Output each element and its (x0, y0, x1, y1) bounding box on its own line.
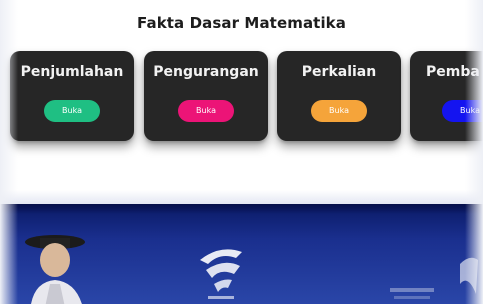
graduate-photo (25, 235, 85, 304)
card-title: Pengurangan (153, 64, 259, 80)
right-edge-fade (465, 0, 483, 304)
open-button-pengurangan[interactable]: Buka (178, 100, 234, 122)
card-title: Perkalian (301, 64, 377, 80)
page: Fakta Dasar Matematika Penjumlahan Buka … (0, 0, 483, 304)
left-edge-fade (0, 0, 18, 304)
card-penjumlahan[interactable]: Penjumlahan Buka (10, 51, 134, 141)
card-perkalian[interactable]: Perkalian Buka (277, 51, 401, 141)
banner-top-strip (0, 204, 483, 214)
hero-banner (0, 204, 483, 304)
section-divider (0, 190, 483, 204)
open-button-perkalian[interactable]: Buka (311, 100, 367, 122)
open-button-penjumlahan[interactable]: Buka (44, 100, 100, 122)
card-pengurangan[interactable]: Pengurangan Buka (144, 51, 268, 141)
section-title: Fakta Dasar Matematika (137, 14, 346, 32)
card-title: Penjumlahan (20, 64, 124, 80)
university-logo-icon (200, 249, 242, 299)
